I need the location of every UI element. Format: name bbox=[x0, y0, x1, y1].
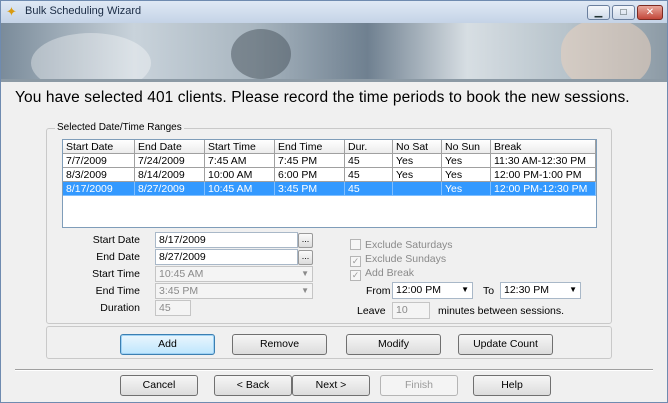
page-instructions: You have selected 401 clients. Please re… bbox=[15, 89, 630, 106]
add-break-label: Add Break bbox=[365, 267, 415, 279]
break-to-value: 12:30 PM bbox=[504, 284, 549, 296]
exclude-sundays-checkbox[interactable]: ✓ Exclude Sundays bbox=[350, 253, 446, 267]
column-header[interactable]: Dur. bbox=[345, 140, 393, 154]
table-cell: 7/24/2009 bbox=[135, 154, 205, 168]
start-time-label: Start Time bbox=[92, 268, 140, 280]
start-time-dropdown[interactable]: 10:45 AM ▼ bbox=[155, 266, 313, 282]
table-row[interactable]: 7/7/2009 7/24/2009 7:45 AM 7:45 PM 45 Yes Yes 1… bbox=[63, 154, 596, 168]
update-count-button[interactable]: Update Count bbox=[458, 334, 553, 355]
banner-divider bbox=[1, 79, 667, 82]
table-cell: 6:00 PM bbox=[275, 168, 345, 182]
remove-button[interactable]: Remove bbox=[232, 334, 327, 355]
break-to-dropdown[interactable]: 12:30 PM ▼ bbox=[500, 282, 581, 299]
table-cell: 12:00 PM-1:00 PM bbox=[491, 168, 596, 182]
exclude-saturdays-checkbox[interactable]: Exclude Saturdays bbox=[350, 239, 453, 251]
table-cell: 10:45 AM bbox=[205, 182, 275, 196]
table-cell: 45 bbox=[345, 154, 393, 168]
chevron-down-icon: ▼ bbox=[301, 286, 309, 295]
table-cell: 8/27/2009 bbox=[135, 182, 205, 196]
table-cell: 8/14/2009 bbox=[135, 168, 205, 182]
column-header[interactable]: No Sat bbox=[393, 140, 442, 154]
table-cell: 12:00 PM-12:30 PM bbox=[491, 182, 596, 196]
column-header[interactable]: Break bbox=[491, 140, 596, 154]
table-cell: 11:30 AM-12:30 PM bbox=[491, 154, 596, 168]
window-title: Bulk Scheduling Wizard bbox=[25, 5, 142, 17]
table-cell: Yes bbox=[442, 182, 491, 196]
table-cell bbox=[393, 182, 442, 196]
break-from-value: 12:00 PM bbox=[396, 284, 441, 296]
start-date-picker-button[interactable]: ... bbox=[298, 233, 313, 248]
checkbox-icon: ✓ bbox=[350, 256, 361, 267]
duration-label: Duration bbox=[100, 302, 140, 314]
table-cell: 7:45 PM bbox=[275, 154, 345, 168]
column-header[interactable]: Start Time bbox=[205, 140, 275, 154]
end-date-picker-button[interactable]: ... bbox=[298, 250, 313, 265]
chevron-down-icon: ▼ bbox=[569, 285, 577, 294]
table-cell: 8/17/2009 bbox=[63, 182, 135, 196]
end-date-label: End Date bbox=[96, 251, 140, 263]
cancel-button[interactable]: Cancel bbox=[120, 375, 198, 396]
leave-suffix-label: minutes between sessions. bbox=[438, 305, 565, 317]
end-time-dropdown[interactable]: 3:45 PM ▼ bbox=[155, 283, 313, 299]
checkbox-icon: ✓ bbox=[350, 270, 361, 281]
title-bar[interactable]: ✦ Bulk Scheduling Wizard ▁ □ ✕ bbox=[1, 1, 667, 24]
maximize-button[interactable]: □ bbox=[612, 5, 635, 20]
chevron-down-icon: ▼ bbox=[301, 269, 309, 278]
ranges-group-label: Selected Date/Time Ranges bbox=[55, 122, 184, 133]
leave-label: Leave bbox=[357, 305, 386, 317]
end-time-value: 3:45 PM bbox=[159, 285, 199, 297]
bulk-scheduling-wizard-window: ✦ Bulk Scheduling Wizard ▁ □ ✕ You have … bbox=[0, 0, 668, 403]
checkbox-icon bbox=[350, 239, 361, 250]
duration-field[interactable]: 45 bbox=[155, 300, 191, 316]
column-header[interactable]: No Sun bbox=[442, 140, 491, 154]
table-cell: 7/7/2009 bbox=[63, 154, 135, 168]
exclude-sundays-label: Exclude Sundays bbox=[365, 253, 447, 265]
add-break-checkbox[interactable]: ✓ Add Break bbox=[350, 267, 414, 281]
table-cell: Yes bbox=[393, 154, 442, 168]
start-date-label: Start Date bbox=[92, 234, 140, 246]
wand-star-icon: ✦ bbox=[6, 4, 17, 19]
break-to-label: To bbox=[483, 285, 495, 297]
add-button[interactable]: Add bbox=[120, 334, 215, 355]
start-time-value: 10:45 AM bbox=[159, 268, 204, 280]
table-cell: 10:00 AM bbox=[205, 168, 275, 182]
table-cell: 45 bbox=[345, 182, 393, 196]
start-date-field[interactable]: 8/17/2009 bbox=[155, 232, 298, 248]
minimize-button[interactable]: ▁ bbox=[587, 5, 610, 20]
table-cell: Yes bbox=[393, 168, 442, 182]
exclude-saturdays-label: Exclude Saturdays bbox=[365, 239, 453, 251]
help-button[interactable]: Help bbox=[473, 375, 551, 396]
back-button[interactable]: < Back bbox=[214, 375, 292, 396]
footer-separator bbox=[15, 369, 653, 371]
finish-button[interactable]: Finish bbox=[380, 375, 458, 396]
table-cell: 8/3/2009 bbox=[63, 168, 135, 182]
date-time-ranges-grid[interactable]: Start Date End Date Start Time End Time Dur.… bbox=[62, 139, 597, 228]
break-from-label: From bbox=[366, 285, 391, 297]
modify-button[interactable]: Modify bbox=[346, 334, 441, 355]
column-header[interactable]: Start Date bbox=[63, 140, 135, 154]
table-cell: 7:45 AM bbox=[205, 154, 275, 168]
next-button[interactable]: Next > bbox=[292, 375, 370, 396]
end-date-field[interactable]: 8/27/2009 bbox=[155, 249, 298, 265]
table-cell: Yes bbox=[442, 168, 491, 182]
break-from-dropdown[interactable]: 12:00 PM ▼ bbox=[392, 282, 473, 299]
header-banner-image bbox=[1, 23, 667, 79]
column-header[interactable]: End Date bbox=[135, 140, 205, 154]
table-cell: 45 bbox=[345, 168, 393, 182]
column-header[interactable]: End Time bbox=[275, 140, 345, 154]
table-cell: Yes bbox=[442, 154, 491, 168]
table-row[interactable]: 8/17/2009 8/27/2009 10:45 AM 3:45 PM 45 Yes 12… bbox=[63, 182, 596, 196]
leave-minutes-field[interactable]: 10 bbox=[392, 302, 430, 319]
table-cell: 3:45 PM bbox=[275, 182, 345, 196]
close-button[interactable]: ✕ bbox=[637, 5, 663, 20]
end-time-label: End Time bbox=[95, 285, 140, 297]
table-row[interactable]: 8/3/2009 8/14/2009 10:00 AM 6:00 PM 45 Yes Yes… bbox=[63, 168, 596, 182]
chevron-down-icon: ▼ bbox=[461, 285, 469, 294]
table-header-row: Start Date End Date Start Time End Time Dur.… bbox=[63, 140, 596, 154]
